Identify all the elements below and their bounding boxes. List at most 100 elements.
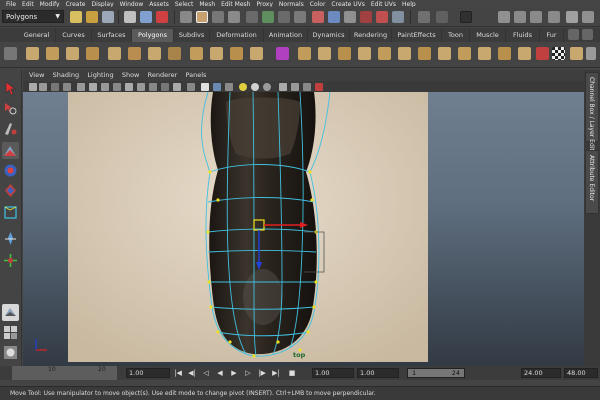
wireframe-on-shaded-icon[interactable] [187,83,195,91]
shelf-tab-subdivs[interactable]: Subdivs [174,29,210,42]
grid-toggle-icon[interactable] [77,83,85,91]
image-plane-icon[interactable] [63,83,71,91]
rotate-tool-icon[interactable] [2,162,19,179]
xray-icon[interactable] [279,83,287,91]
camera-attributes-icon[interactable] [39,83,47,91]
uv-mask-icon[interactable] [246,11,258,23]
step-back-key-icon[interactable]: ◀| [188,369,196,377]
history-icon[interactable] [328,11,340,23]
panel-menu-shading[interactable]: Shading [53,70,79,81]
poly-sphere-icon[interactable] [26,47,39,60]
end-time-field[interactable]: 48.00 [564,368,598,378]
film-gate-icon[interactable] [89,83,97,91]
backface-culling-icon[interactable] [303,83,311,91]
shelf-tab-painteffects[interactable]: PaintEffects [392,29,442,42]
channel-box-tab[interactable]: Channel Box / Layer Editor [585,72,599,157]
insert-edge-loop-icon[interactable] [398,47,411,60]
toggle-attribute-icon[interactable] [514,11,526,23]
lasso-tool-icon[interactable] [2,100,19,117]
shelf-tab-toon[interactable]: Toon [442,29,470,42]
default-light-icon[interactable] [239,83,247,91]
poly-pipe-icon[interactable] [190,47,203,60]
universal-manip-icon[interactable] [2,204,19,221]
scale-tool-icon[interactable] [2,182,19,199]
extrude-icon[interactable] [338,47,351,60]
bookmarks-icon[interactable] [51,83,59,91]
input-field-icon[interactable] [436,11,448,23]
shelf-tab-fur[interactable]: Fur [540,29,564,42]
save-scene-icon[interactable] [102,11,114,23]
render-view-icon[interactable] [344,11,356,23]
shelf-options-icon[interactable] [4,47,17,60]
shelf-menu-icon[interactable] [582,29,593,40]
go-to-start-icon[interactable]: |◀ [174,369,182,377]
snap-view-icon[interactable] [312,11,324,23]
poly-prism-icon[interactable] [148,47,161,60]
gate-mask-icon[interactable] [113,83,121,91]
start-time-field[interactable]: 1.00 [126,368,170,378]
uv-editor-icon[interactable] [536,47,549,60]
current-frame-field[interactable]: 1.00 [312,368,354,378]
mirror-geometry-icon[interactable] [298,47,311,60]
quick-select-field[interactable] [460,11,472,23]
new-scene-icon[interactable] [70,11,82,23]
move-tool-icon[interactable] [2,142,19,159]
shadows-icon[interactable] [225,83,233,91]
field-chart-icon[interactable] [125,83,133,91]
ipr-render-icon[interactable] [376,11,388,23]
motion-blur-icon[interactable] [263,83,271,91]
play-forwards-icon[interactable]: ▶ [230,369,238,377]
shelf-tab-rendering[interactable]: Rendering [350,29,392,42]
toggle-layers-icon[interactable] [566,11,578,23]
planar-mapping-icon[interactable] [518,47,531,60]
shelf-tab-fluids[interactable]: Fluids [506,29,540,42]
safe-title-icon[interactable] [149,83,157,91]
render-settings-icon[interactable] [392,11,404,23]
panel-menu-show[interactable]: Show [122,70,140,81]
layout-single-pane-icon[interactable] [2,304,19,321]
poly-cone-icon[interactable] [86,47,99,60]
shelf-tab-surfaces[interactable]: Surfaces [92,29,132,42]
go-to-end-icon[interactable]: ▶| [272,369,280,377]
shelf-tab-animation[interactable]: Animation [264,29,308,42]
play-backwards-icon[interactable]: ◀ [216,369,224,377]
render-frame-icon[interactable] [360,11,372,23]
shelf-tab-dynamics[interactable]: Dynamics [308,29,350,42]
edge-mask-icon[interactable] [212,11,224,23]
select-tool-icon[interactable] [2,80,19,97]
poly-torus-icon[interactable] [128,47,141,60]
shelf-tab-general[interactable]: General [18,29,56,42]
input-line-icon[interactable] [418,11,430,23]
isolate-select-icon[interactable] [315,83,323,91]
pick-mask-icon[interactable] [180,11,192,23]
poly-cylinder-icon[interactable] [66,47,79,60]
select-hierarchy-icon[interactable] [124,11,136,23]
smooth-shade-icon[interactable] [173,83,181,91]
show-manip-tool-icon[interactable] [2,252,19,269]
bridge-icon[interactable] [318,47,331,60]
safe-action-icon[interactable] [137,83,145,91]
shelf-tab-muscle[interactable]: Muscle [470,29,506,42]
panel-menu-renderer[interactable]: Renderer [148,70,178,81]
wireframe-icon[interactable] [161,83,169,91]
toggle-tool-settings-icon[interactable] [530,11,542,23]
vertex-mask-icon[interactable] [196,11,208,23]
xray-joints-icon[interactable] [291,83,299,91]
toggle-channel-box-icon[interactable] [548,11,560,23]
shelf-tab-deformation[interactable]: Deformation [210,29,264,42]
time-ticks[interactable]: 10 20 [12,366,117,380]
sculpt-icon[interactable] [570,47,583,60]
range-end-field[interactable]: 24.00 [521,368,561,378]
snap-point-icon[interactable] [294,11,306,23]
collapse-icon[interactable] [478,47,491,60]
toggle-outliner-icon[interactable] [582,11,594,23]
merge-icon[interactable] [458,47,471,60]
poly-plane-icon[interactable] [108,47,121,60]
poly-pyramid-icon[interactable] [168,47,181,60]
panel-menu-lighting[interactable]: Lighting [87,70,113,81]
step-forward-key-icon[interactable]: |▶ [258,369,266,377]
ambient-occlusion-icon[interactable] [251,83,259,91]
attribute-editor-tab[interactable]: Attribute Editor [585,150,599,214]
offset-edge-loop-icon[interactable] [418,47,431,60]
stop-icon[interactable]: ■ [288,369,296,377]
